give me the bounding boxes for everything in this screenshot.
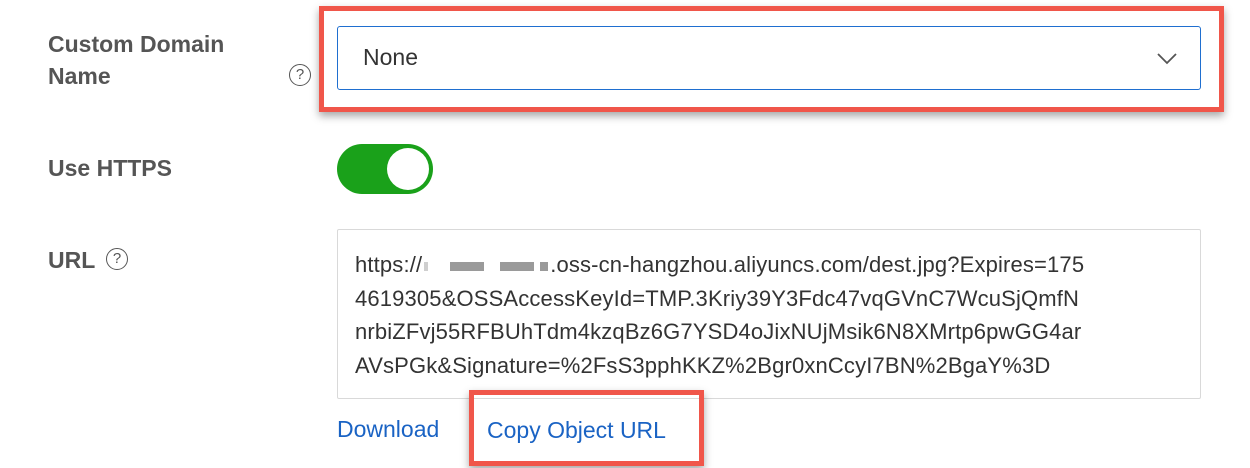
object-url-panel: Custom Domain Name ? None Use HTTPS URL … <box>0 0 1250 468</box>
chevron-down-icon <box>1157 53 1177 65</box>
url-line-2: 4619305&OSSAccessKeyId=TMP.3Kriy39Y3Fdc4… <box>355 285 1080 311</box>
use-https-toggle[interactable] <box>337 144 433 194</box>
toggle-knob <box>387 148 429 190</box>
redacted-bucket-name <box>422 252 550 277</box>
url-value: https:// .oss-cn-hangzhou.aliyuncs.com/de… <box>355 248 1175 382</box>
custom-domain-label-line1: Custom Domain <box>48 31 225 57</box>
url-line-4: AVsPGk&Signature=%2FsS3pphKKZ%2Bgr0xnCcy… <box>355 352 1051 378</box>
download-link[interactable]: Download <box>337 416 439 443</box>
question-circle-icon[interactable]: ? <box>289 64 311 86</box>
custom-domain-label: Custom Domain Name <box>48 28 224 92</box>
url-label: URL <box>48 247 96 273</box>
custom-domain-selected-value: None <box>363 44 418 70</box>
custom-domain-select[interactable]: None <box>337 26 1201 90</box>
url-textarea[interactable]: https:// .oss-cn-hangzhou.aliyuncs.com/de… <box>337 229 1201 399</box>
url-line-1-prefix: https:// <box>355 252 423 277</box>
use-https-label: Use HTTPS <box>48 155 172 181</box>
url-line-3: nrbiZFvj55RFBUhTdm4kzqBz6G7YSD4oJixNUjMs… <box>355 319 1082 344</box>
question-circle-icon[interactable]: ? <box>106 248 128 270</box>
url-line-1-suffix: .oss-cn-hangzhou.aliyuncs.com/dest.jpg?E… <box>550 252 1085 277</box>
copy-object-url-link[interactable]: Copy Object URL <box>487 417 666 444</box>
custom-domain-label-line2: Name <box>48 63 111 89</box>
url-line-1: https:// .oss-cn-hangzhou.aliyuncs.com/de… <box>355 248 1175 282</box>
